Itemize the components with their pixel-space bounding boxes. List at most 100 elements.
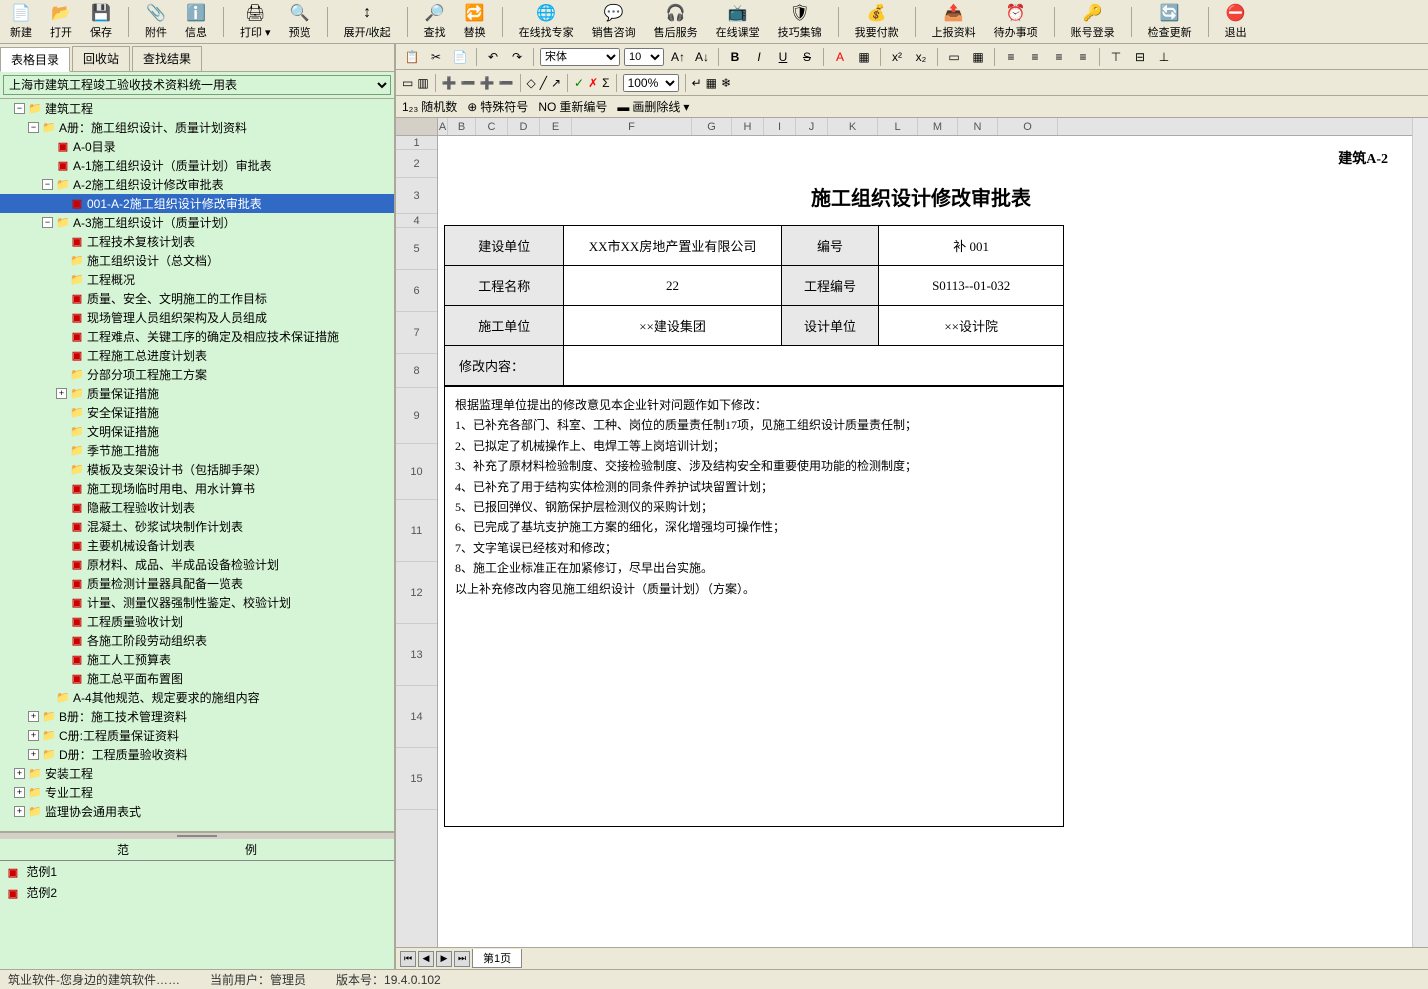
tree-node[interactable]: 📁施工组织设计（总文档）: [0, 251, 394, 270]
tree-node[interactable]: ▣工程技术复核计划表: [0, 232, 394, 251]
toolbar-退出[interactable]: ⛔退出: [1223, 2, 1249, 41]
redo-icon[interactable]: ↷: [507, 47, 527, 67]
toolbar-在线找专家[interactable]: 🌐在线找专家: [517, 2, 576, 41]
split-icon[interactable]: ▥: [417, 76, 428, 90]
renumber-btn[interactable]: NO 重新编号: [538, 98, 607, 115]
tree-node[interactable]: +📁质量保证措施: [0, 384, 394, 403]
row-header-6[interactable]: 6: [396, 270, 437, 312]
toolbar-账号登录[interactable]: 🔑账号登录: [1069, 2, 1117, 41]
tree-node[interactable]: 📁安全保证措施: [0, 403, 394, 422]
toolbar-展开/收起[interactable]: ↕展开/收起: [342, 2, 393, 41]
row-header-14[interactable]: 14: [396, 686, 437, 748]
tree-node[interactable]: ▣A-0目录: [0, 137, 394, 156]
special-char-btn[interactable]: ⊕ 特殊符号: [467, 98, 528, 115]
wrap-icon[interactable]: ↵: [692, 76, 702, 90]
val-number[interactable]: 补 001: [879, 226, 1064, 266]
col-header-E[interactable]: E: [540, 118, 572, 135]
col-header-F[interactable]: F: [572, 118, 692, 135]
col-header-K[interactable]: K: [828, 118, 878, 135]
toolbar-预览[interactable]: 🔍预览: [287, 2, 313, 41]
tree-node[interactable]: +📁专业工程: [0, 783, 394, 802]
insert-col-icon[interactable]: ➕: [480, 76, 495, 90]
undo-icon[interactable]: ↶: [483, 47, 503, 67]
toolbar-销售咨询[interactable]: 💬销售咨询: [590, 2, 638, 41]
tree-node[interactable]: 📁季节施工措施: [0, 441, 394, 460]
row-header-12[interactable]: 12: [396, 562, 437, 624]
tree-node[interactable]: 📁分部分项工程施工方案: [0, 365, 394, 384]
insert-row-icon[interactable]: ➕: [442, 76, 457, 90]
expand-icon[interactable]: +: [28, 711, 39, 722]
delete-col-icon[interactable]: ➖: [499, 76, 514, 90]
paste-icon[interactable]: 📄: [450, 47, 470, 67]
tree-node[interactable]: ▣混凝土、砂浆试块制作计划表: [0, 517, 394, 536]
bold-icon[interactable]: B: [725, 47, 745, 67]
tree-node[interactable]: −📁A册：施工组织设计、质量计划资料: [0, 118, 394, 137]
align-left-icon[interactable]: ≡: [1001, 47, 1021, 67]
col-header-J[interactable]: J: [796, 118, 828, 135]
col-header-M[interactable]: M: [918, 118, 958, 135]
tree-node[interactable]: ▣质量、安全、文明施工的工作目标: [0, 289, 394, 308]
strikethrough-btn[interactable]: ▬ 画删除线 ▾: [617, 98, 689, 115]
tree-node[interactable]: −📁A-3施工组织设计（质量计划）: [0, 213, 394, 232]
toolbar-新建[interactable]: 📄新建: [8, 2, 34, 41]
copy-icon[interactable]: 📋: [402, 47, 422, 67]
row-header-10[interactable]: 10: [396, 444, 437, 500]
cross-icon[interactable]: ✗: [588, 76, 598, 90]
font-color-icon[interactable]: A: [830, 47, 850, 67]
tree-node[interactable]: 📁文明保证措施: [0, 422, 394, 441]
align-right-icon[interactable]: ≡: [1049, 47, 1069, 67]
tab-search[interactable]: 查找结果: [132, 46, 202, 71]
toolbar-打印[interactable]: 🖨打印 ▾: [238, 2, 273, 41]
size-select[interactable]: 10: [624, 48, 664, 66]
expand-icon[interactable]: +: [14, 806, 25, 817]
size-up-icon[interactable]: A↑: [668, 47, 688, 67]
shape-icon[interactable]: ◇: [527, 76, 536, 90]
valign-top-icon[interactable]: ⊤: [1106, 47, 1126, 67]
toolbar-技巧集锦[interactable]: 🛡技巧集锦: [776, 2, 824, 41]
tab-forms[interactable]: 表格目录: [0, 47, 70, 72]
align-justify-icon[interactable]: ≡: [1073, 47, 1093, 67]
tree-node[interactable]: ▣各施工阶段劳动组织表: [0, 631, 394, 650]
toolbar-查找[interactable]: 🔎查找: [422, 2, 448, 41]
cut-icon[interactable]: ✂: [426, 47, 446, 67]
val-project-no[interactable]: S0113--01-032: [879, 266, 1064, 306]
val-content-blank[interactable]: [564, 346, 1064, 387]
collapse-icon[interactable]: −: [42, 217, 53, 228]
toolbar-待办事项[interactable]: ⏰待办事项: [992, 2, 1040, 41]
col-header-L[interactable]: L: [878, 118, 918, 135]
merge-icon[interactable]: ▭: [402, 76, 413, 90]
tree-node[interactable]: ▣现场管理人员组织架构及人员组成: [0, 308, 394, 327]
tree-node[interactable]: ▣工程难点、关键工序的确定及相应技术保证措施: [0, 327, 394, 346]
sheet-tab-1[interactable]: 第1页: [472, 949, 522, 968]
vertical-scrollbar[interactable]: [1412, 118, 1428, 947]
superscript-icon[interactable]: x²: [887, 47, 907, 67]
col-header-D[interactable]: D: [508, 118, 540, 135]
tree-node[interactable]: ▣原材料、成品、半成品设备检验计划: [0, 555, 394, 574]
row-header-15[interactable]: 15: [396, 748, 437, 810]
template-select[interactable]: 上海市建筑工程竣工验收技术资料统一用表: [3, 75, 391, 95]
content-body[interactable]: 根据监理单位提出的修改意见本企业针对问题作如下修改：1、已补充各部门、科室、工种…: [445, 386, 1064, 826]
collapse-icon[interactable]: −: [28, 122, 39, 133]
row-header-9[interactable]: 9: [396, 388, 437, 444]
col-header-H[interactable]: H: [732, 118, 764, 135]
tree-node[interactable]: ▣001-A-2施工组织设计修改审批表: [0, 194, 394, 213]
val-construct-unit[interactable]: ××建设集团: [564, 306, 781, 346]
sum-icon[interactable]: Σ: [602, 76, 609, 90]
strike-icon[interactable]: S: [797, 47, 817, 67]
col-header-C[interactable]: C: [476, 118, 508, 135]
col-header-A[interactable]: A: [438, 118, 448, 135]
val-design-unit[interactable]: ××设计院: [879, 306, 1064, 346]
row-header-7[interactable]: 7: [396, 312, 437, 354]
tree-node[interactable]: ▣工程质量验收计划: [0, 612, 394, 631]
toolbar-我要付款[interactable]: 💰我要付款: [853, 2, 901, 41]
sheet-prev-icon[interactable]: ◀: [418, 951, 434, 967]
tree-node[interactable]: ▣计量、测量仪器强制性鉴定、校验计划: [0, 593, 394, 612]
expand-icon[interactable]: +: [14, 768, 25, 779]
toolbar-在线课堂[interactable]: 📺在线课堂: [714, 2, 762, 41]
grid-icon[interactable]: ▦: [968, 47, 988, 67]
tree-node[interactable]: +📁安装工程: [0, 764, 394, 783]
expand-icon[interactable]: +: [14, 787, 25, 798]
col-header-O[interactable]: O: [998, 118, 1058, 135]
tree-node[interactable]: ▣施工现场临时用电、用水计算书: [0, 479, 394, 498]
tree-node[interactable]: −📁A-2施工组织设计修改审批表: [0, 175, 394, 194]
